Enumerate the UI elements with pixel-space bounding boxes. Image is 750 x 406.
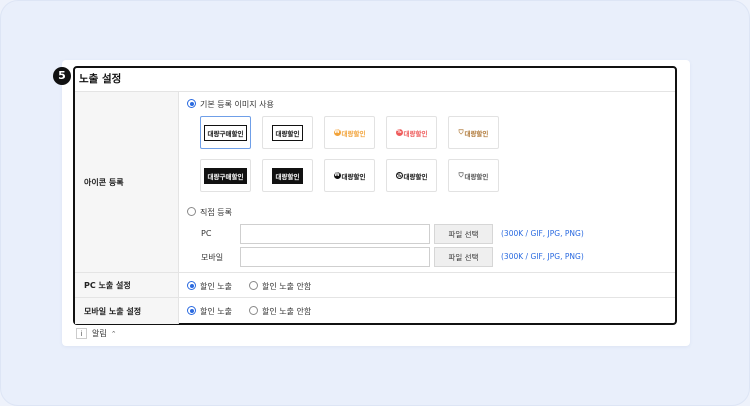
exposure-settings-panel: 노출 설정 아이콘 등록 기본 등록 이미지 사용 대량구매할인 대량할인 W …: [73, 66, 677, 325]
icon-option-bulk-discount-red[interactable]: % 대량할인: [386, 116, 437, 149]
icon-option-bulk-discount-orange[interactable]: W 대량할인: [324, 116, 375, 149]
icon-art: % 대량할인: [395, 128, 428, 138]
pc-file-hint: (300K / GIF, JPG, PNG): [501, 229, 584, 238]
icon-art: W 대량할인: [333, 171, 366, 181]
icon-art: ⛉ 대량할인: [459, 128, 489, 138]
icon-option-bulk-discount-outline[interactable]: % 대량할인: [386, 159, 437, 192]
icon-art-text: 대량할인: [464, 172, 489, 181]
icon-art: ⛉ 대량할인: [459, 171, 489, 181]
pc-show-discount-radio[interactable]: [187, 281, 196, 290]
mobile-show-discount-radio[interactable]: [187, 306, 196, 315]
icon-art-text: 대량할인: [341, 129, 366, 138]
icon-register-body: 기본 등록 이미지 사용 대량구매할인 대량할인 W 대량할인 % 대량할인 ⛉…: [179, 92, 675, 272]
mobile-file-hint: (300K / GIF, JPG, PNG): [501, 252, 584, 261]
icon-art-text: 대량할인: [271, 167, 304, 184]
pc-hide-discount-radio[interactable]: [249, 281, 258, 290]
icon-art-text: 대량구매할인: [203, 167, 248, 184]
icon-option-bulk-discount-dark[interactable]: 대량할인: [262, 159, 313, 192]
percent-badge-icon: %: [395, 129, 403, 136]
icon-art-text: 대량할인: [403, 172, 428, 181]
icon-art-text: 대량할인: [403, 129, 428, 138]
mobile-exposure-label: 모바일 노출 설정: [75, 298, 179, 324]
percent-badge-icon: %: [395, 172, 403, 179]
mobile-exposure-row: 모바일 노출 설정 할인 노출 할인 노출 안함: [75, 298, 675, 324]
icon-option-bulk-discount-light[interactable]: 대량할인: [262, 116, 313, 149]
icon-register-row: 아이콘 등록 기본 등록 이미지 사용 대량구매할인 대량할인 W 대량할인 %: [75, 92, 675, 273]
icon-option-bulk-discount-brown[interactable]: ⛉ 대량할인: [448, 116, 499, 149]
pc-file-select-button[interactable]: 파일 선택: [434, 224, 493, 244]
icon-option-bulk-discount-gray[interactable]: ⛉ 대량할인: [448, 159, 499, 192]
pc-field-label: PC: [201, 229, 212, 238]
icon-option-bulk-purchase-light[interactable]: 대량구매할인: [200, 116, 251, 149]
mobile-show-discount-label[interactable]: 할인 노출: [200, 306, 232, 317]
mobile-field-label: 모바일: [201, 253, 224, 262]
section-title: 노출 설정: [79, 73, 122, 85]
icon-art-text: 대량할인: [464, 129, 489, 138]
pc-file-input[interactable]: [240, 224, 430, 244]
default-image-label[interactable]: 기본 등록 이미지 사용: [200, 99, 274, 110]
default-image-radio[interactable]: [187, 99, 196, 108]
mobile-file-input[interactable]: [240, 247, 430, 267]
w-badge-icon: W: [333, 172, 341, 179]
mobile-exposure-body: 할인 노출 할인 노출 안함: [179, 298, 675, 324]
icon-art: W 대량할인: [333, 128, 366, 138]
icon-option-bulk-discount-black[interactable]: W 대량할인: [324, 159, 375, 192]
mobile-file-select-button[interactable]: 파일 선택: [434, 247, 493, 267]
notice-toggle[interactable]: i 알림 ⌃: [76, 328, 117, 339]
pc-hide-discount-label[interactable]: 할인 노출 안함: [262, 281, 311, 292]
info-icon: i: [76, 328, 87, 339]
pc-exposure-row: PC 노출 설정 할인 노출 할인 노출 안함: [75, 273, 675, 298]
icon-art-text: 대량할인: [271, 124, 304, 141]
icon-art: % 대량할인: [395, 171, 428, 181]
tag-icon: ⛉: [458, 171, 464, 179]
mobile-hide-discount-label[interactable]: 할인 노출 안함: [262, 306, 311, 317]
mobile-hide-discount-radio[interactable]: [249, 306, 258, 315]
pc-show-discount-label[interactable]: 할인 노출: [200, 281, 232, 292]
w-badge-icon: W: [333, 129, 341, 136]
notice-label: 알림: [92, 329, 107, 338]
pc-exposure-label: PC 노출 설정: [75, 273, 179, 297]
step-number-badge: 5: [53, 67, 71, 85]
icon-option-bulk-purchase-dark[interactable]: 대량구매할인: [200, 159, 251, 192]
chevron-up-icon: ⌃: [110, 329, 117, 338]
icon-art-text: 대량할인: [341, 172, 366, 181]
icon-register-label: 아이콘 등록: [75, 92, 179, 272]
icon-art-text: 대량구매할인: [203, 124, 248, 141]
tag-icon: ⛉: [458, 128, 464, 136]
custom-image-radio[interactable]: [187, 207, 196, 216]
pc-exposure-body: 할인 노출 할인 노출 안함: [179, 273, 675, 297]
custom-image-label[interactable]: 직접 등록: [200, 207, 232, 218]
